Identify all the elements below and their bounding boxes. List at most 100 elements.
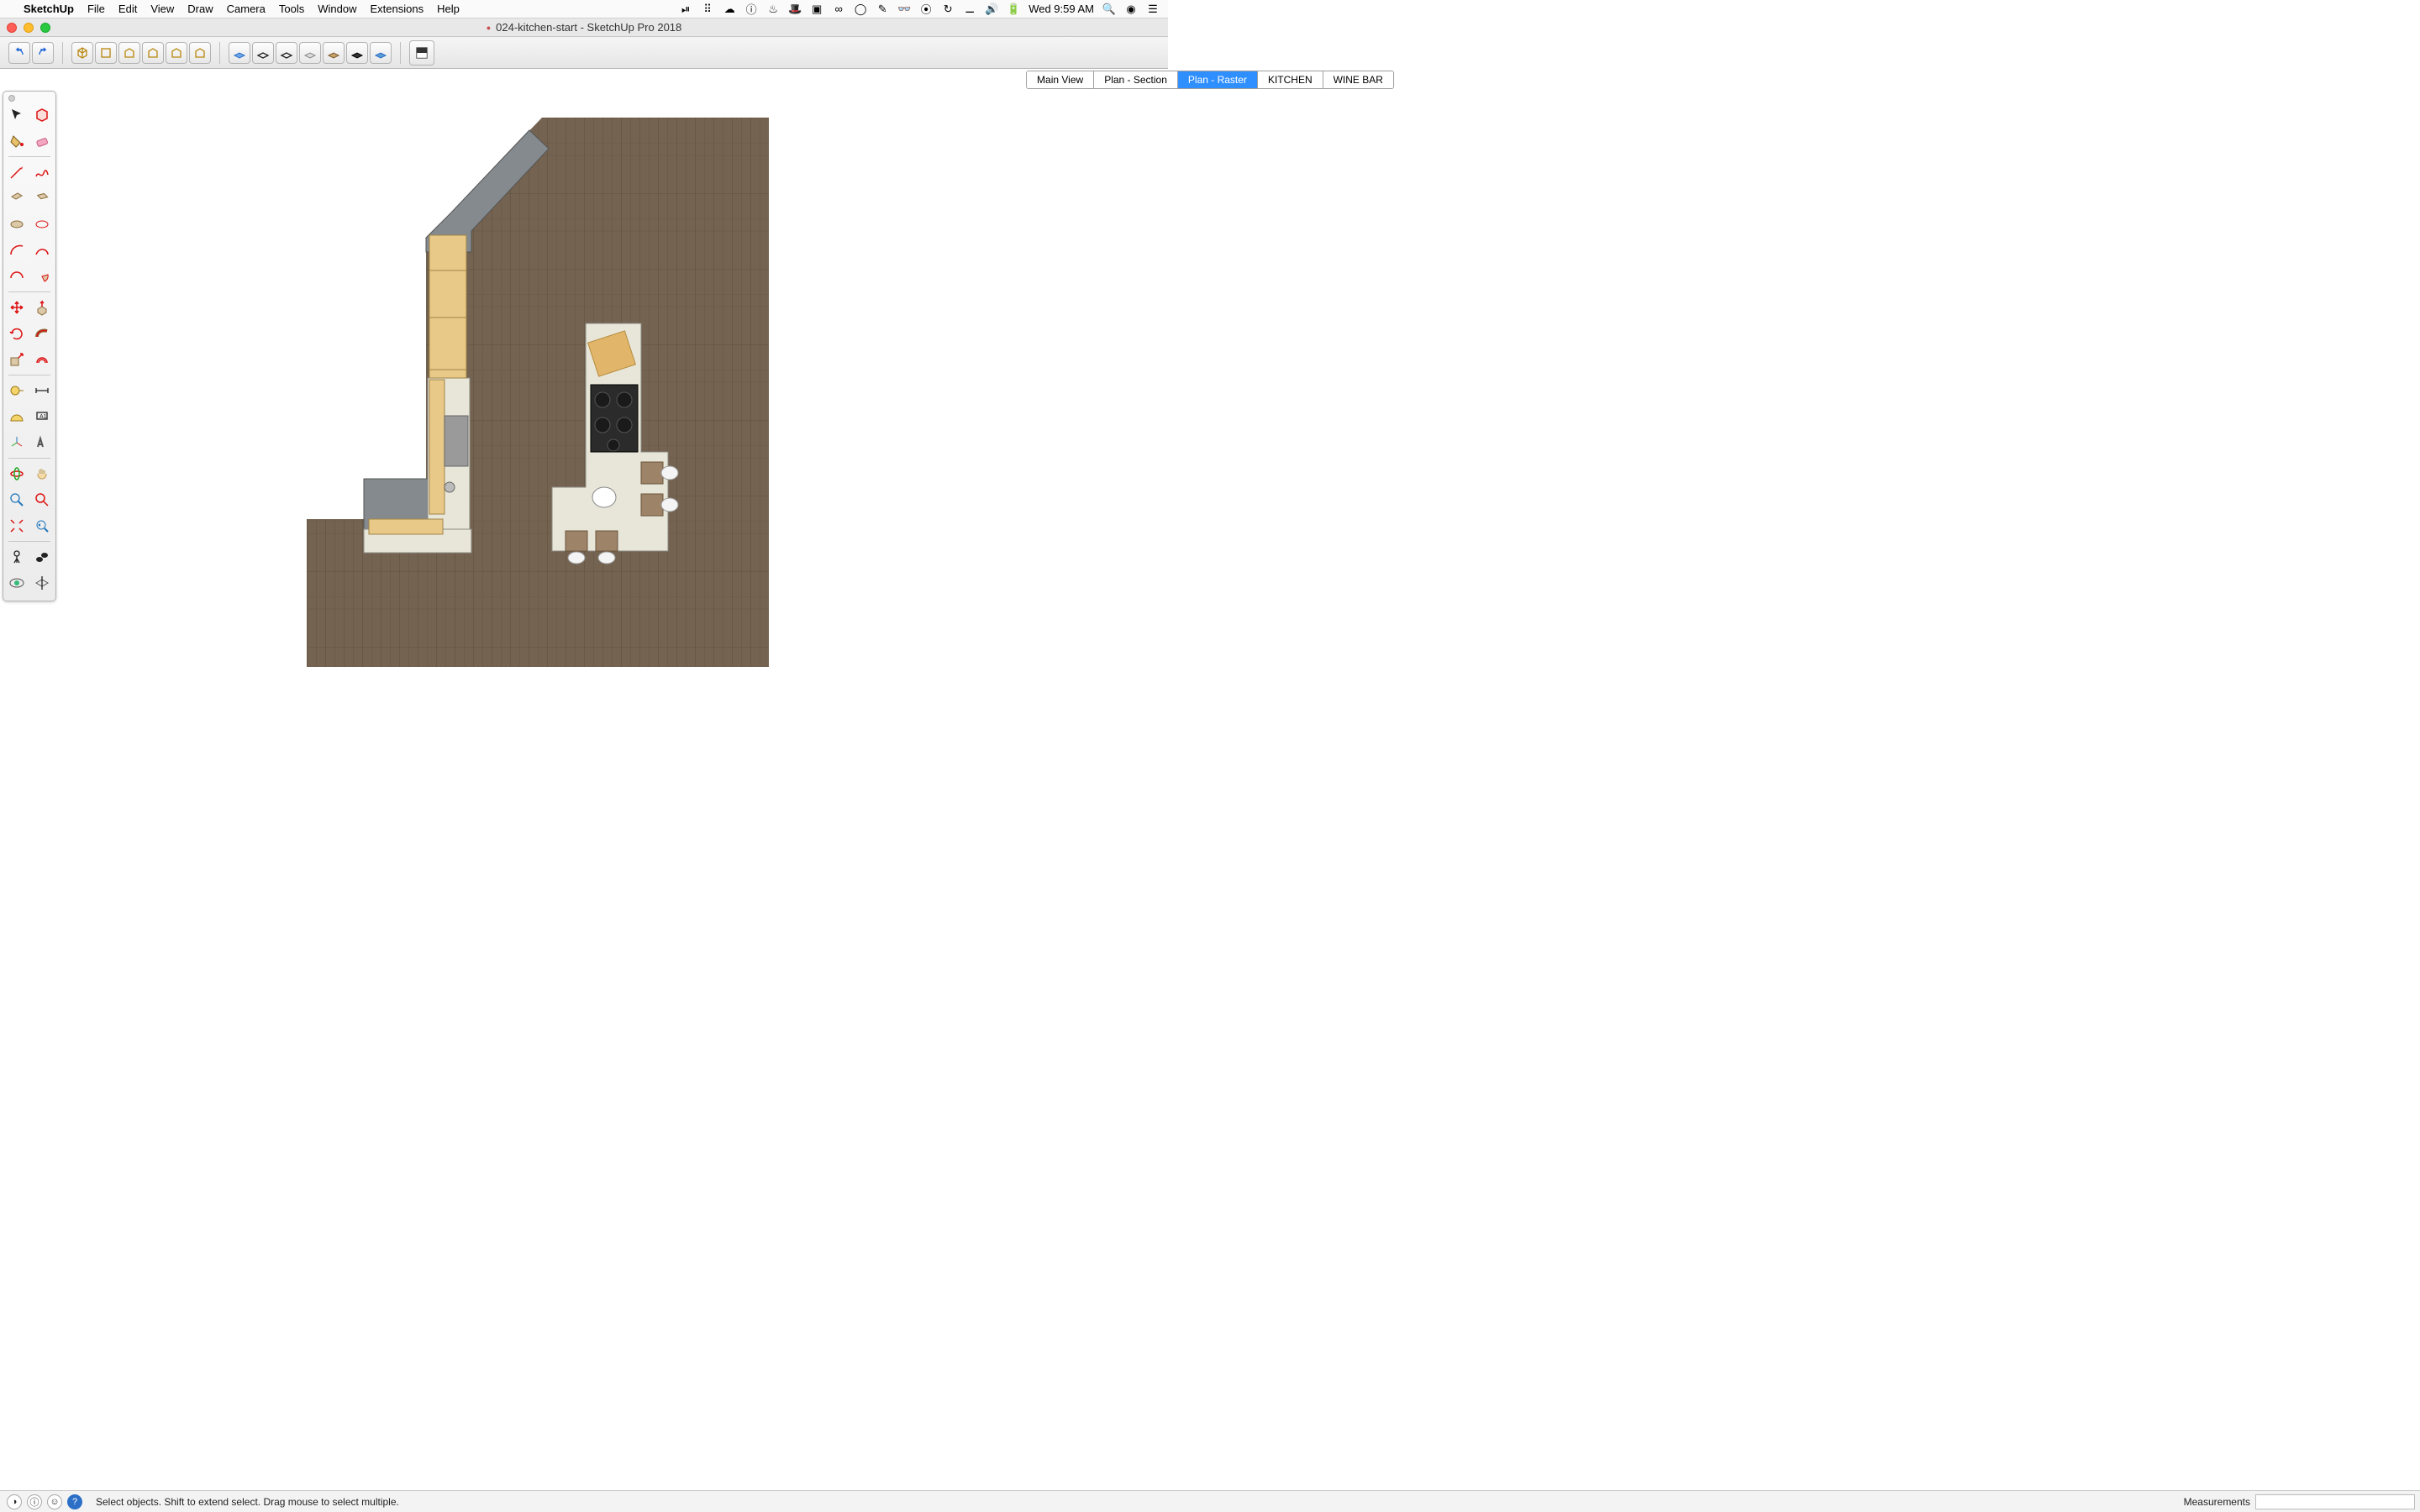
look-around-tool[interactable] bbox=[5, 571, 29, 595]
orbit-tool[interactable] bbox=[5, 462, 29, 486]
eraser-tool[interactable] bbox=[30, 129, 54, 153]
axes-tool[interactable] bbox=[5, 431, 29, 454]
style-hidden-button[interactable] bbox=[276, 42, 297, 64]
zoom-extents-tool[interactable] bbox=[5, 514, 29, 538]
menu-view[interactable]: View bbox=[150, 3, 174, 15]
walk-tool[interactable] bbox=[30, 545, 54, 569]
help-button[interactable]: ? bbox=[67, 1494, 82, 1509]
style-wireframe-button[interactable] bbox=[252, 42, 274, 64]
siri-icon[interactable]: ◉ bbox=[1124, 3, 1138, 16]
viewport[interactable] bbox=[0, 69, 2420, 1490]
backblaze-icon[interactable]: ♨ bbox=[766, 3, 780, 16]
window-zoom-button[interactable] bbox=[40, 23, 50, 33]
top-view-button[interactable] bbox=[95, 42, 117, 64]
tab-plan-raster[interactable]: Plan - Raster bbox=[1178, 71, 1258, 88]
style-mono-button[interactable] bbox=[346, 42, 368, 64]
tab-plan-section[interactable]: Plan - Section bbox=[1094, 71, 1178, 88]
rectangle-tool[interactable] bbox=[5, 186, 29, 210]
back-view-button[interactable] bbox=[166, 42, 187, 64]
cloud-icon[interactable]: ☁ bbox=[723, 3, 736, 16]
rotated-rect-tool[interactable] bbox=[30, 186, 54, 210]
tab-wine-bar[interactable]: WINE BAR bbox=[1323, 71, 1393, 88]
square-icon[interactable]: ▣ bbox=[810, 3, 823, 16]
geo-location-button[interactable]: ◑ bbox=[7, 1494, 22, 1509]
window-close-button[interactable] bbox=[7, 23, 17, 33]
2pt-arc-tool[interactable] bbox=[30, 239, 54, 262]
zoom-window-tool[interactable] bbox=[30, 488, 54, 512]
glasses-icon[interactable]: 👓 bbox=[897, 3, 911, 16]
left-view-button[interactable] bbox=[189, 42, 211, 64]
circle-icon[interactable]: ◯ bbox=[854, 3, 867, 16]
menu-camera[interactable]: Camera bbox=[227, 3, 266, 15]
tab-kitchen[interactable]: KITCHEN bbox=[1258, 71, 1323, 88]
menu-edit[interactable]: Edit bbox=[118, 3, 137, 15]
menu-draw[interactable]: Draw bbox=[187, 3, 213, 15]
undo-button[interactable] bbox=[8, 42, 30, 64]
followme-tool[interactable] bbox=[30, 322, 54, 345]
protractor-tool[interactable] bbox=[5, 405, 29, 428]
wifi-icon[interactable]: ⚊ bbox=[963, 3, 976, 16]
layout-button[interactable] bbox=[409, 40, 434, 66]
window-minimize-button[interactable] bbox=[24, 23, 34, 33]
iso-view-button[interactable] bbox=[71, 42, 93, 64]
tab-main-view[interactable]: Main View bbox=[1027, 71, 1094, 88]
profile-button[interactable]: ☺ bbox=[47, 1494, 62, 1509]
position-camera-tool[interactable] bbox=[5, 545, 29, 569]
menu-file[interactable]: File bbox=[87, 3, 105, 15]
move-tool[interactable] bbox=[5, 296, 29, 319]
style-color-button[interactable] bbox=[370, 42, 392, 64]
evernote-icon[interactable]: ✎ bbox=[876, 3, 889, 16]
menu-window[interactable]: Window bbox=[318, 3, 356, 15]
info-icon[interactable]: ⓘ bbox=[744, 1, 758, 17]
menu-extensions[interactable]: Extensions bbox=[370, 3, 424, 15]
palette-close-icon[interactable] bbox=[8, 95, 15, 102]
status-bar: ◑ ⓘ ☺ ? Select objects. Shift to extend … bbox=[0, 1490, 2420, 1512]
tape-tool[interactable] bbox=[5, 379, 29, 402]
line-tool[interactable] bbox=[5, 160, 29, 184]
measurements-input[interactable] bbox=[2255, 1494, 2415, 1509]
style-shaded-tex-button[interactable] bbox=[323, 42, 345, 64]
volume-icon[interactable]: 🔊 bbox=[985, 3, 998, 16]
zoom-tool[interactable] bbox=[5, 488, 29, 512]
app-menu[interactable]: SketchUp bbox=[24, 3, 74, 15]
clock[interactable]: Wed 9:59 AM bbox=[1028, 3, 1094, 15]
arc-tool[interactable] bbox=[5, 239, 29, 262]
redo-button[interactable] bbox=[32, 42, 54, 64]
tool-palette[interactable]: A1 bbox=[3, 91, 56, 601]
front-view-button[interactable] bbox=[118, 42, 140, 64]
hat-icon[interactable]: 🎩 bbox=[788, 3, 802, 16]
3dtext-tool[interactable] bbox=[30, 431, 54, 454]
scale-tool[interactable] bbox=[5, 348, 29, 371]
polygon-tool[interactable] bbox=[30, 213, 54, 236]
dropbox-icon[interactable]: ⠿ bbox=[701, 3, 714, 16]
text-tool[interactable]: A1 bbox=[30, 405, 54, 428]
dimension-tool[interactable] bbox=[30, 379, 54, 402]
infinity-icon[interactable]: ∞ bbox=[832, 3, 845, 15]
rotate-tool[interactable] bbox=[5, 322, 29, 345]
status-hint: Select objects. Shift to extend select. … bbox=[96, 1496, 399, 1508]
freehand-tool[interactable] bbox=[30, 160, 54, 184]
make-component-tool[interactable] bbox=[30, 103, 54, 127]
style-shaded-button[interactable] bbox=[299, 42, 321, 64]
menu-help[interactable]: Help bbox=[437, 3, 460, 15]
paint-bucket-tool[interactable] bbox=[5, 129, 29, 153]
pan-tool[interactable] bbox=[30, 462, 54, 486]
circle-tool[interactable] bbox=[5, 213, 29, 236]
screencast-icon[interactable]: ⏯ bbox=[679, 3, 692, 16]
section-plane-tool[interactable] bbox=[30, 571, 54, 595]
menu-tools[interactable]: Tools bbox=[279, 3, 304, 15]
pie-tool[interactable] bbox=[30, 265, 54, 288]
offset-tool[interactable] bbox=[30, 348, 54, 371]
timemachine-icon[interactable]: ↻ bbox=[941, 3, 955, 16]
pushpull-tool[interactable] bbox=[30, 296, 54, 319]
3pt-arc-tool[interactable] bbox=[5, 265, 29, 288]
credits-button[interactable]: ⓘ bbox=[27, 1494, 42, 1509]
right-view-button[interactable] bbox=[142, 42, 164, 64]
select-tool[interactable] bbox=[5, 103, 29, 127]
record-icon[interactable]: ⦿ bbox=[919, 1, 933, 17]
battery-icon[interactable]: 🔋 bbox=[1007, 3, 1020, 16]
notification-center-icon[interactable]: ☰ bbox=[1146, 3, 1160, 16]
previous-view-tool[interactable] bbox=[30, 514, 54, 538]
style-xray-button[interactable] bbox=[229, 42, 250, 64]
spotlight-icon[interactable]: 🔍 bbox=[1102, 3, 1116, 16]
